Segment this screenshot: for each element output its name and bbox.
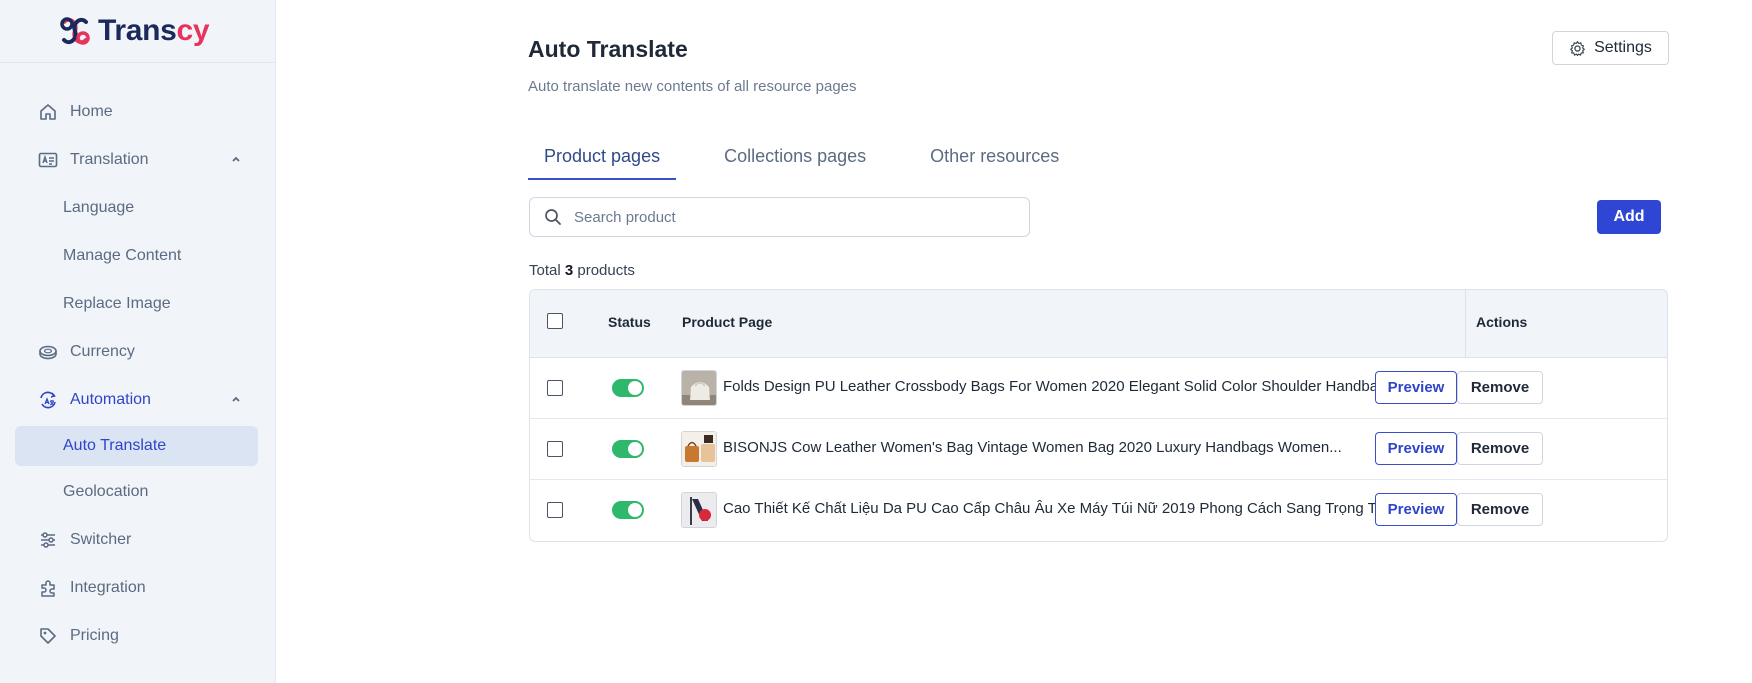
sidebar-item-label: Currency [70, 343, 135, 360]
sidebar-item-integration[interactable]: Integration [0, 564, 275, 612]
table-row: Folds Design PU Leather Crossbody Bags F… [530, 358, 1667, 419]
product-thumbnail [681, 370, 717, 406]
column-status: Status [608, 314, 651, 330]
page-title: Auto Translate [528, 36, 688, 62]
table-header: Status Product Page Actions [530, 290, 1667, 358]
product-name[interactable]: Cao Thiết Kế Chất Liệu Da PU Cao Cấp Châ… [723, 500, 1453, 517]
add-button[interactable]: Add [1597, 200, 1661, 234]
row-checkbox[interactable] [547, 380, 563, 396]
product-thumbnail [681, 492, 717, 528]
total-suffix: products [577, 262, 635, 279]
sidebar-item-label: Integration [70, 579, 146, 596]
tab-other-resources[interactable]: Other resources [914, 140, 1075, 180]
sidebar-item-geolocation[interactable]: Geolocation [0, 468, 275, 516]
total-number: 3 [564, 262, 574, 279]
search-box [529, 197, 1030, 237]
remove-button[interactable]: Remove [1457, 493, 1543, 526]
sidebar-item-manage-content[interactable]: Manage Content [0, 232, 275, 280]
sidebar-item-automation[interactable]: Automation [0, 376, 275, 424]
column-actions: Actions [1476, 314, 1528, 330]
status-toggle[interactable] [612, 501, 644, 519]
status-toggle[interactable] [612, 440, 644, 458]
select-all-checkbox[interactable] [547, 313, 563, 329]
column-product-page: Product Page [682, 314, 773, 330]
sidebar-item-auto-translate[interactable]: Auto Translate [15, 426, 258, 466]
total-prefix: Total [529, 262, 561, 279]
sidebar-item-label: Home [70, 103, 113, 120]
switcher-icon [38, 530, 58, 550]
main-content: Auto Translate Auto translate new conten… [276, 0, 1752, 683]
sidebar-item-replace-image[interactable]: Replace Image [0, 280, 275, 328]
preview-button[interactable]: Preview [1375, 371, 1457, 404]
sidebar-item-language[interactable]: Language [0, 184, 275, 232]
currency-icon [38, 342, 58, 362]
sidebar-item-home[interactable]: Home [0, 88, 275, 136]
sidebar-item-label: Manage Content [63, 247, 182, 264]
status-toggle[interactable] [612, 379, 644, 397]
sidebar-item-pricing[interactable]: Pricing [0, 612, 275, 660]
resource-tabs: Product pages Collections pages Other re… [528, 140, 1107, 180]
sidebar-item-label: Translation [70, 151, 149, 168]
search-input[interactable] [574, 208, 1014, 226]
chevron-up-icon[interactable] [230, 153, 242, 165]
row-checkbox[interactable] [547, 502, 563, 518]
sidebar-item-label: Switcher [70, 531, 132, 548]
automation-icon [38, 390, 58, 410]
search-icon [545, 209, 561, 225]
sidebar-item-label: Pricing [70, 627, 119, 644]
remove-button[interactable]: Remove [1457, 371, 1543, 404]
settings-button[interactable]: Settings [1552, 31, 1669, 65]
home-icon [38, 102, 58, 122]
sidebar-item-label: Automation [70, 391, 151, 408]
tab-collections-pages[interactable]: Collections pages [708, 140, 882, 180]
sidebar-item-label: Language [63, 199, 135, 216]
table-row: Cao Thiết Kế Chất Liệu Da PU Cao Cấp Châ… [530, 480, 1667, 541]
gear-icon [1570, 40, 1585, 56]
table-row: BISONJS Cow Leather Women's Bag Vintage … [530, 419, 1667, 480]
logo[interactable]: Transcy [0, 0, 275, 63]
row-checkbox[interactable] [547, 441, 563, 457]
preview-button[interactable]: Preview [1375, 432, 1457, 465]
pricing-icon [38, 626, 58, 646]
sidebar-item-label: Replace Image [63, 295, 171, 312]
preview-button[interactable]: Preview [1375, 493, 1457, 526]
sidebar-item-currency[interactable]: Currency [0, 328, 275, 376]
sidebar-item-translation[interactable]: Translation [0, 136, 275, 184]
product-name[interactable]: BISONJS Cow Leather Women's Bag Vintage … [723, 439, 1453, 456]
product-thumbnail [681, 431, 717, 467]
sidebar-item-label: Geolocation [63, 483, 149, 500]
settings-label: Settings [1594, 39, 1652, 56]
remove-button[interactable]: Remove [1457, 432, 1543, 465]
sidebar-nav: Home Translation Language Manage Content… [0, 63, 275, 660]
translation-icon [38, 150, 58, 170]
sidebar-item-label: Auto Translate [63, 437, 167, 454]
tab-product-pages[interactable]: Product pages [528, 140, 677, 180]
page-subtitle: Auto translate new contents of all resou… [528, 78, 857, 95]
sidebar: Transcy Home Translation Language Manage… [0, 0, 276, 683]
product-name[interactable]: Folds Design PU Leather Crossbody Bags F… [723, 378, 1453, 395]
total-count: Total 3 products [529, 262, 635, 279]
transcy-logo-icon [60, 17, 90, 45]
sidebar-item-switcher[interactable]: Switcher [0, 516, 275, 564]
integration-icon [38, 578, 58, 598]
chevron-up-icon[interactable] [230, 393, 242, 405]
products-table: Status Product Page Actions Folds Design… [529, 289, 1668, 542]
logo-text: Transcy [98, 14, 210, 47]
